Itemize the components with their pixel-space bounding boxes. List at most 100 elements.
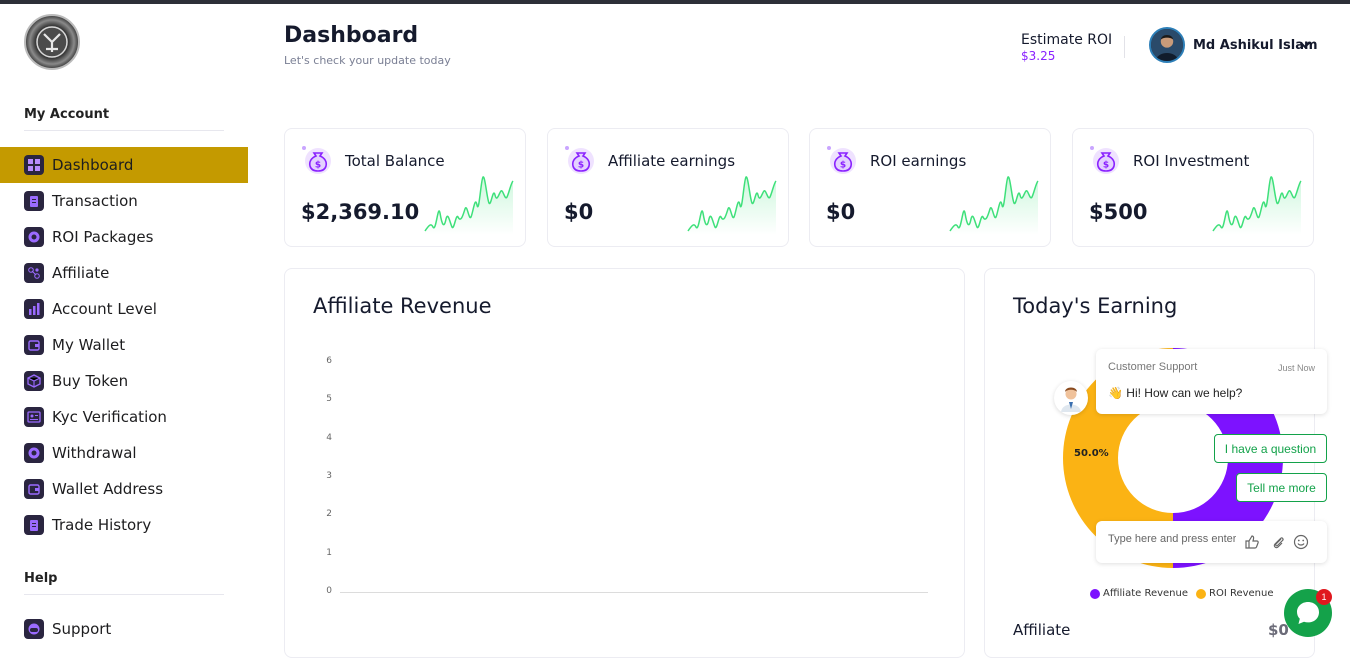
legend-item-affiliate[interactable]: Affiliate Revenue [1090,588,1188,599]
logo-emblem-icon [36,26,68,58]
stat-card-value: $2,369.10 [301,200,420,224]
coin-icon [24,227,44,247]
money-bag-icon: $ [302,146,331,174]
network-icon [24,263,44,283]
money-bag-icon: $ [565,146,594,174]
svg-text:$: $ [315,161,321,171]
attachment-icon[interactable] [1270,534,1286,550]
sidebar-item-roi-packages[interactable]: ROI Packages [0,219,248,255]
stat-card-affiliate-earnings[interactable]: $ Affiliate earnings $0 [547,128,789,247]
chat-agent-name: Customer Support [1108,361,1198,373]
section-divider [24,594,224,595]
svg-text:$: $ [578,161,584,171]
sidebar-item-trade-history[interactable]: Trade History [0,507,248,543]
page-title: Dashboard [284,23,419,48]
id-card-icon [24,407,44,427]
donut-legend: Affiliate Revenue ROI Revenue [1090,588,1282,599]
y-axis-tick-label: 4 [326,432,332,443]
support-icon [24,619,44,639]
sidebar-item-my-wallet[interactable]: My Wallet [0,327,248,363]
y-axis-tick-label: 0 [326,586,332,596]
chat-message-input[interactable] [1108,533,1236,545]
sidebar-item-withdrawal[interactable]: Withdrawal [0,435,248,471]
legend-label: Affiliate Revenue [1103,588,1188,599]
estimate-roi-value: $3.25 [1021,49,1056,63]
todays-earning-title: Today's Earning [1013,294,1178,318]
sidebar-item-label: Buy Token [52,372,129,390]
wallet-icon [24,479,44,499]
stat-card-value: $0 [564,200,594,224]
y-axis-tick-label: 6 [326,356,332,366]
chat-timestamp: Just Now [1277,363,1315,373]
legend-item-roi[interactable]: ROI Revenue [1196,588,1274,599]
stat-card-title: Affiliate earnings [608,152,736,170]
sidebar-item-label: ROI Packages [52,228,154,246]
sidebar-item-label: Kyc Verification [52,408,167,426]
sidebar-item-kyc-verification[interactable]: Kyc Verification [0,399,248,435]
cube-icon [24,371,44,391]
svg-text:$: $ [840,161,846,171]
sidebar-item-buy-token[interactable]: Buy Token [0,363,248,399]
user-avatar[interactable] [1149,27,1185,63]
affiliate-revenue-panel [284,268,965,658]
earning-row-label: Affiliate [1013,621,1071,639]
stat-card-title: Total Balance [345,152,445,170]
y-axis-tick-label: 1 [326,547,332,558]
sidebar-item-label: Withdrawal [52,444,137,462]
wallet-icon [24,335,44,355]
estimate-roi-label: Estimate ROI [1021,32,1113,48]
stat-card-value: $0 [826,200,856,224]
app-logo[interactable] [24,14,80,70]
x-axis-baseline [340,592,928,593]
sidebar-item-label: Dashboard [52,156,134,174]
sidebar-item-label: Account Level [52,300,157,318]
support-agent-avatar [1054,381,1088,415]
my-account-heading: My Account [24,107,110,122]
chat-message-text: 👋 Hi! How can we help? [1108,386,1243,400]
legend-dot [1090,588,1100,599]
sidebar: My Account Dashboard Transaction ROI Packa… [0,4,248,645]
donut-percent-label: 50.0% [1074,448,1109,459]
clipboard-icon [24,515,44,535]
stat-card-total-balance[interactable]: $ Total Balance $2,369.10 [284,128,526,247]
chat-input-bar [1096,521,1327,563]
y-axis-tick-label: 5 [326,394,332,405]
stat-card-roi-earnings[interactable]: $ ROI earnings $0 [809,128,1051,247]
sparkline-chart [687,176,777,235]
sidebar-item-label: Support [52,620,112,638]
money-bag-icon: $ [827,146,856,174]
sidebar-item-label: Trade History [52,516,152,534]
clipboard-icon [24,191,44,211]
money-bag-icon: $ [1090,146,1119,174]
stat-card-title: ROI Investment [1133,152,1250,170]
chat-option-question-button[interactable]: I have a question [1214,434,1327,463]
sparkline-chart [424,176,514,235]
stat-card-title: ROI earnings [870,152,967,170]
chat-unread-badge: 1 [1316,589,1332,605]
stat-card-value: $500 [1089,200,1148,224]
coin-icon [24,443,44,463]
sidebar-item-wallet-address[interactable]: Wallet Address [0,471,248,507]
sidebar-item-support[interactable]: Support [0,611,248,647]
chat-option-tell-more-button[interactable]: Tell me more [1236,473,1327,502]
emoji-icon[interactable] [1293,534,1309,550]
legend-label: ROI Revenue [1209,588,1274,599]
chat-message-bubble: Customer Support Just Now 👋 Hi! How can … [1096,349,1327,414]
sidebar-item-label: Affiliate [52,264,110,282]
sidebar-item-label: Wallet Address [52,480,164,498]
legend-dot [1196,588,1206,599]
y-axis-tick-label: 3 [326,471,332,481]
sidebar-item-affiliate[interactable]: Affiliate [0,255,248,291]
sparkline-chart [1212,176,1302,235]
section-divider [24,130,224,131]
thumbs-up-icon[interactable] [1244,534,1260,550]
dashboard-grid-icon [24,155,44,175]
sidebar-item-label: My Wallet [52,336,126,354]
sidebar-item-dashboard[interactable]: Dashboard [0,147,248,183]
chevron-down-icon[interactable] [1298,38,1312,52]
sidebar-item-account-level[interactable]: Account Level [0,291,248,327]
sidebar-item-transaction[interactable]: Transaction [0,183,248,219]
y-axis-tick-label: 2 [326,509,332,520]
stat-card-roi-investment[interactable]: $ ROI Investment $500 [1072,128,1314,247]
sparkline-chart [949,176,1039,235]
